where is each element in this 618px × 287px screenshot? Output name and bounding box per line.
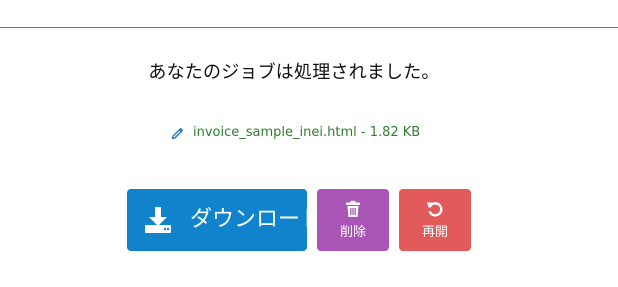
file-separator: - <box>356 124 370 140</box>
reset-button[interactable]: 再開 <box>399 189 471 251</box>
file-size: 1.82 KB <box>369 124 421 140</box>
file-name[interactable]: invoice_sample_inei.html <box>193 125 357 140</box>
delete-button[interactable]: 削除 <box>317 189 389 251</box>
download-button[interactable]: ダウンロード <box>127 189 322 251</box>
download-label: ダウンロード <box>190 207 323 232</box>
download-icon <box>144 206 172 234</box>
reset-label: 再開 <box>421 225 448 240</box>
result-page: あなたのジョブは処理されました。 invoice_sample_inei.htm… <box>0 0 618 287</box>
file-info-row: invoice_sample_inei.html - 1.82 KB <box>171 122 420 142</box>
delete-label: 削除 <box>339 225 366 240</box>
file-link[interactable]: invoice_sample_inei.html - 1.82 KB <box>193 125 420 140</box>
pencil-icon[interactable] <box>171 125 185 140</box>
trash-icon <box>344 200 362 218</box>
top-divider <box>0 27 618 28</box>
undo-icon <box>426 200 444 218</box>
status-message: あなたのジョブは処理されました。 <box>148 62 440 83</box>
